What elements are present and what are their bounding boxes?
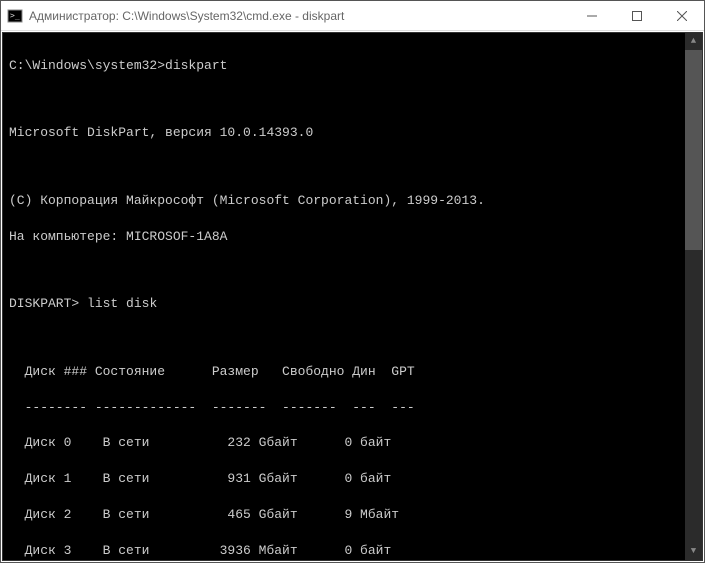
cmd-window: >_ Администратор: C:\Windows\System32\cm… [0, 0, 705, 563]
window-title: Администратор: C:\Windows\System32\cmd.e… [29, 9, 569, 23]
scrollbar[interactable]: ▲ ▼ [685, 33, 702, 560]
cmd-icon: >_ [7, 8, 23, 24]
scroll-down-button[interactable]: ▼ [685, 543, 702, 560]
disk-table-header: Диск ### Состояние Размер Свободно Дин G… [9, 363, 696, 381]
disk-table-separator: -------- ------------- ------- ------- -… [9, 399, 696, 417]
maximize-button[interactable] [614, 1, 659, 30]
terminal-line: C:\Windows\system32>diskpart [9, 57, 696, 75]
terminal-line: DISKPART> list disk [9, 295, 696, 313]
command: list disk [87, 296, 157, 311]
computer-line: На компьютере: MICROSOF-1A8A [9, 228, 696, 246]
blank-line [9, 93, 696, 107]
minimize-button[interactable] [569, 1, 614, 30]
disk-row: Диск 2 В сети 465 Gбайт 9 Mбайт [9, 506, 696, 524]
prompt: C:\Windows\system32> [9, 58, 165, 73]
scroll-up-button[interactable]: ▲ [685, 33, 702, 50]
svg-text:>_: >_ [10, 11, 20, 20]
disk-row: Диск 0 В сети 232 Gбайт 0 байт [9, 434, 696, 452]
window-buttons [569, 1, 704, 30]
version-line: Microsoft DiskPart, версия 10.0.14393.0 [9, 124, 696, 142]
blank-line [9, 160, 696, 174]
blank-line [9, 331, 696, 345]
disk-row: Диск 1 В сети 931 Gбайт 0 байт [9, 470, 696, 488]
blank-line [9, 264, 696, 278]
prompt: DISKPART> [9, 296, 79, 311]
close-button[interactable] [659, 1, 704, 30]
command: diskpart [165, 58, 227, 73]
scrollbar-thumb[interactable] [685, 50, 702, 250]
terminal-output[interactable]: C:\Windows\system32>diskpart Microsoft D… [2, 32, 703, 561]
disk-row: Диск 3 В сети 3936 Mбайт 0 байт [9, 542, 696, 560]
copyright-line: (C) Корпорация Майкрософт (Microsoft Cor… [9, 192, 696, 210]
titlebar[interactable]: >_ Администратор: C:\Windows\System32\cm… [1, 1, 704, 31]
